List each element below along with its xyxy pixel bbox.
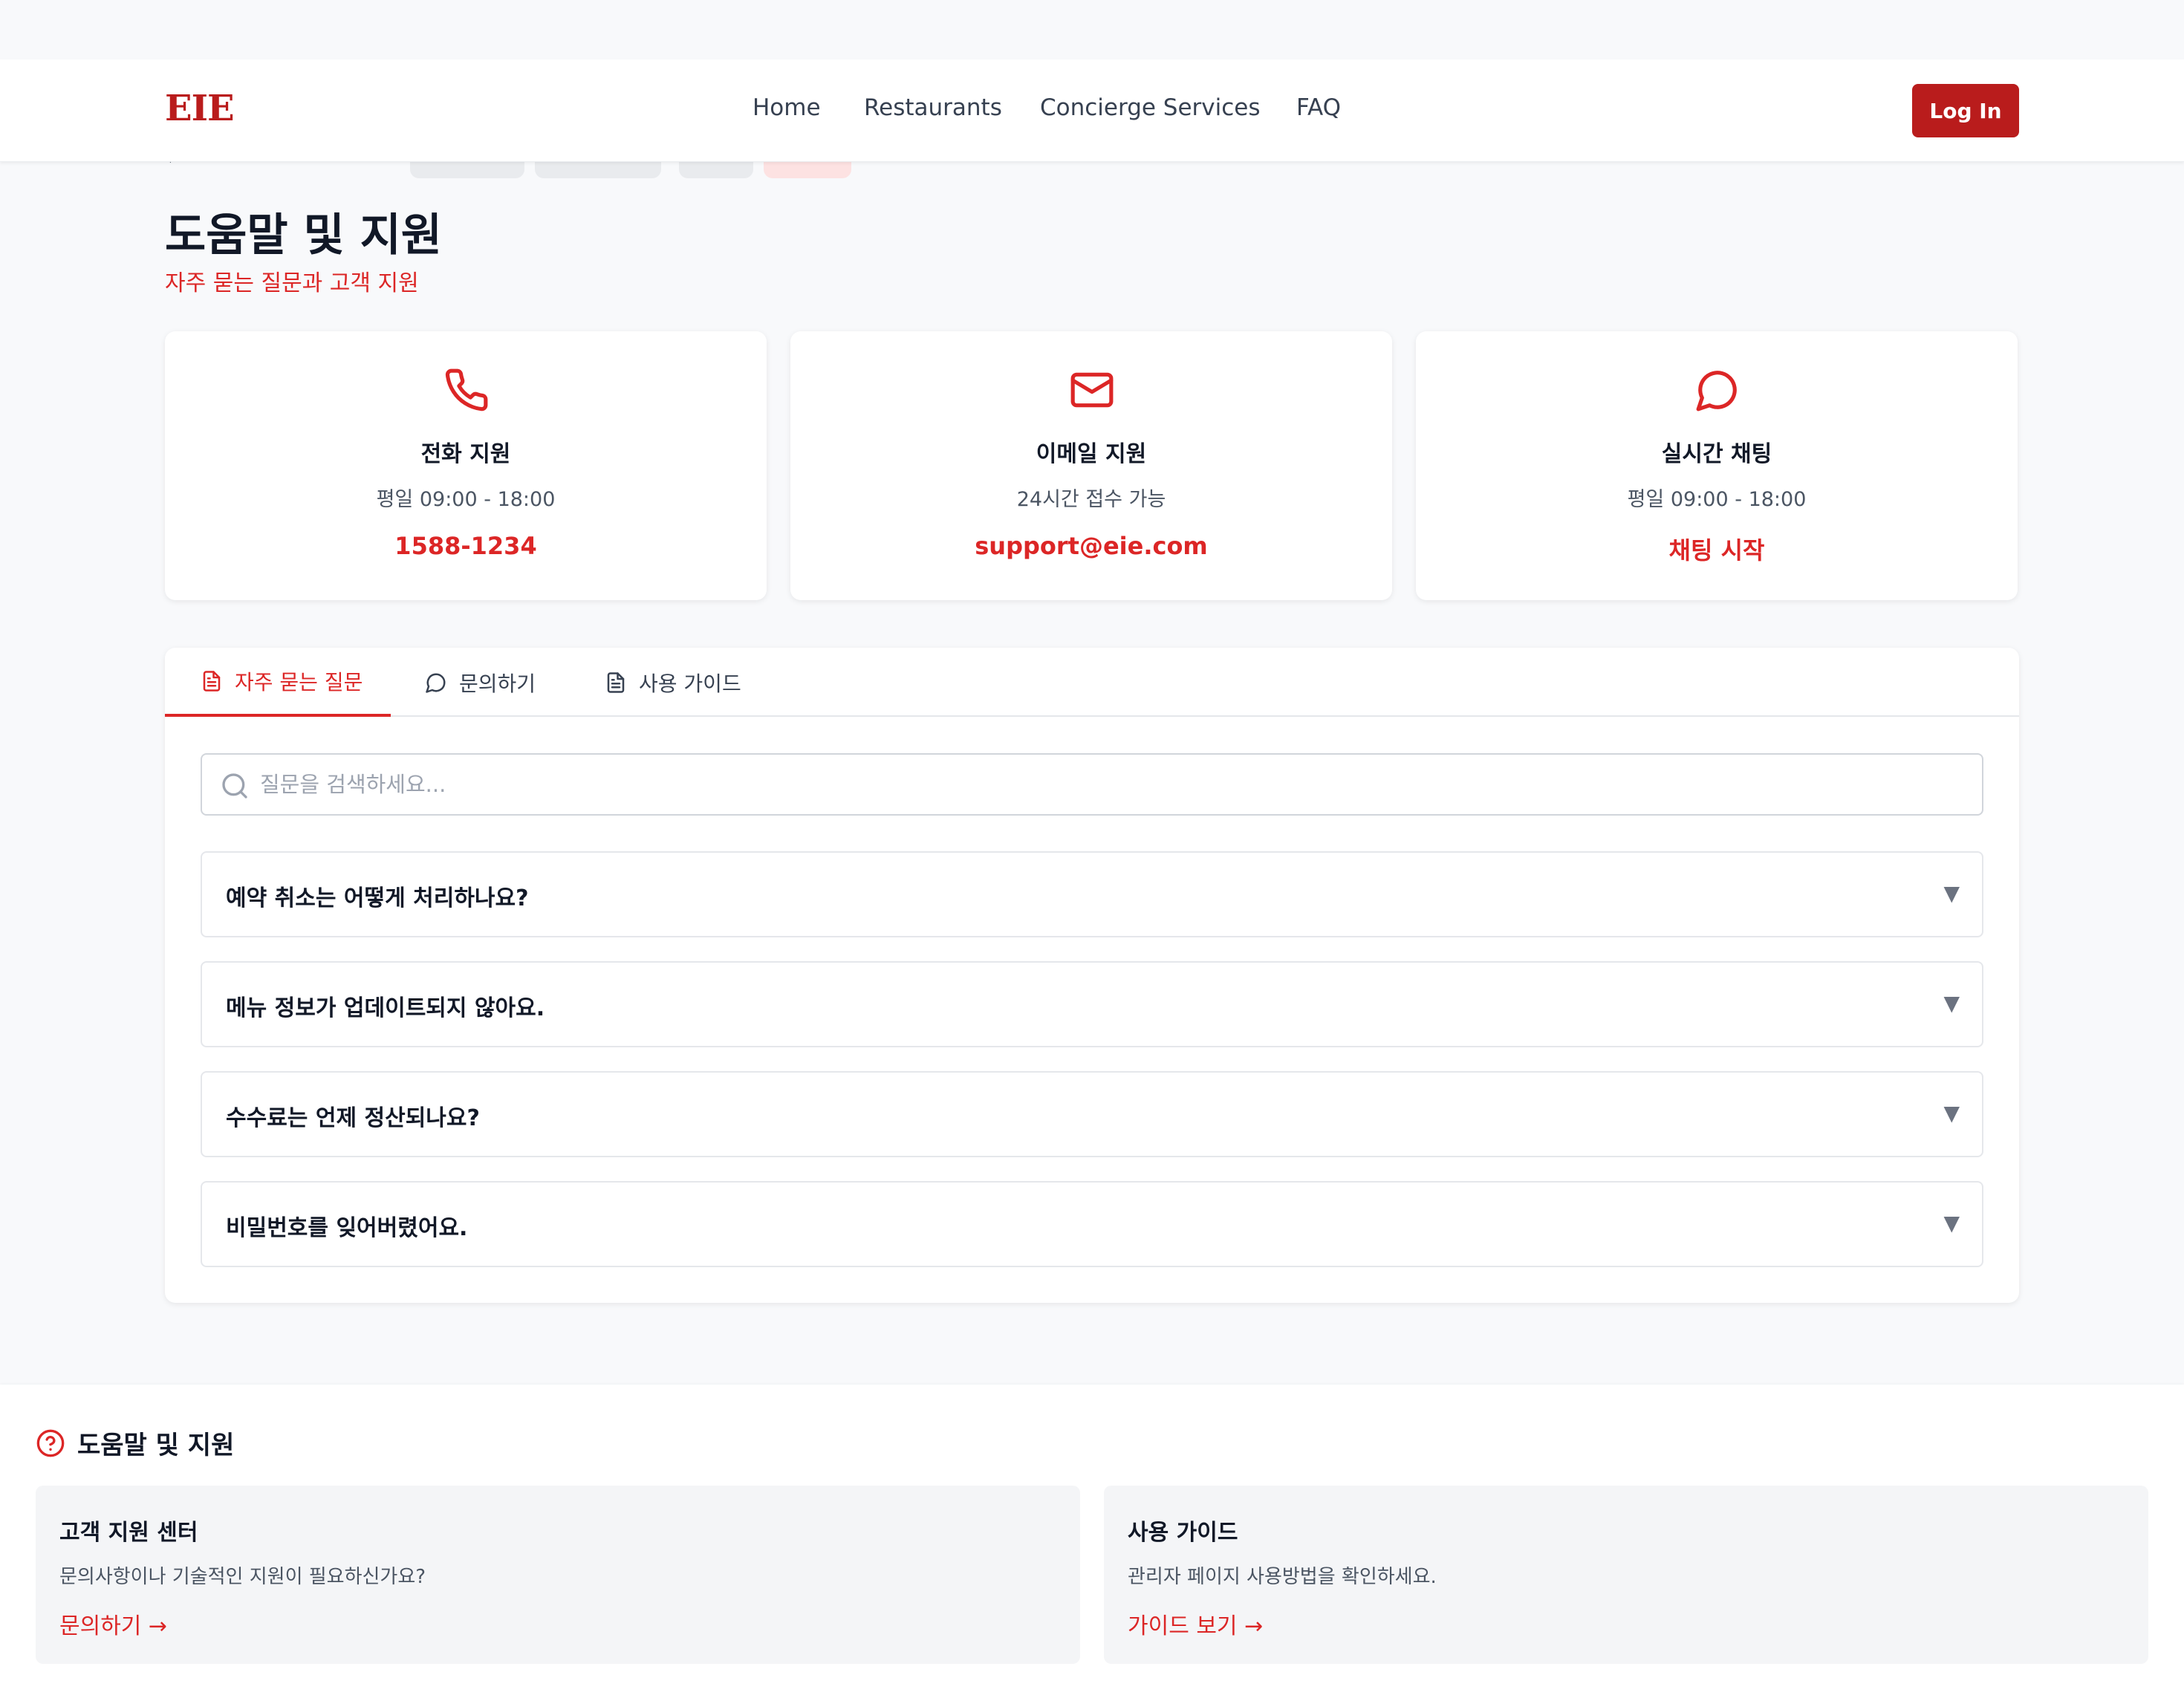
tab-label: 문의하기 bbox=[459, 671, 536, 696]
live-chat-card: 실시간 채팅 평일 09:00 - 18:00 채팅 시작 bbox=[1416, 331, 2018, 600]
tab-label: 사용 가이드 bbox=[639, 671, 741, 696]
help-card-title: 고객 지원 센터 bbox=[59, 1520, 198, 1546]
card-title: 실시간 채팅 bbox=[1661, 441, 1772, 467]
login-button[interactable]: Log In bbox=[1912, 84, 2019, 137]
tab-inquiry[interactable]: 문의하기 bbox=[425, 648, 536, 717]
nav-restaurants[interactable]: Restaurants bbox=[864, 94, 1002, 121]
page-subtitle: 자주 묻는 질문과 고객 지원 bbox=[165, 270, 419, 296]
faq-panel: 자주 묻는 질문 문의하기 사용 가이드 예약 취소는 어떻게 처리하나요? ▼… bbox=[165, 648, 2019, 1303]
help-section-header: 도움말 및 지원 bbox=[36, 1425, 234, 1461]
chevron-down-icon[interactable]: ▼ bbox=[1943, 991, 1960, 1015]
search-icon bbox=[222, 773, 247, 799]
faq-item[interactable]: 예약 취소는 어떻게 처리하나요? ▼ bbox=[201, 851, 1983, 937]
nav-faq[interactable]: FAQ bbox=[1296, 94, 1341, 121]
email-support-card: 이메일 지원 24시간 접수 가능 support@eie.com bbox=[790, 331, 1392, 600]
chat-icon bbox=[426, 673, 446, 693]
phone-support-card: 전화 지원 평일 09:00 - 18:00 1588-1234 bbox=[165, 331, 767, 600]
customer-support-card: 고객 지원 센터 문의사항이나 기술적인 지원이 필요하신가요? 문의하기 → bbox=[36, 1486, 1080, 1664]
tab-user-guide[interactable]: 사용 가이드 bbox=[605, 648, 741, 717]
document-icon bbox=[607, 671, 625, 693]
chat-icon bbox=[1696, 371, 1737, 412]
search-input[interactable] bbox=[260, 755, 1969, 814]
mail-icon bbox=[1070, 372, 1114, 408]
card-hours: 평일 09:00 - 18:00 bbox=[376, 488, 556, 511]
tab-faq[interactable]: 자주 묻는 질문 bbox=[165, 648, 391, 717]
faq-question: 메뉴 정보가 업데이트되지 않아요. bbox=[226, 995, 545, 1021]
email-link[interactable]: support@eie.com bbox=[790, 532, 1392, 560]
card-title: 전화 지원 bbox=[420, 441, 511, 467]
help-circle-icon bbox=[36, 1429, 65, 1457]
help-card-description: 문의사항이나 기술적인 지원이 필요하신가요? bbox=[59, 1566, 426, 1588]
nav-home[interactable]: Home bbox=[753, 94, 821, 121]
faq-question: 예약 취소는 어떻게 처리하나요? bbox=[226, 885, 529, 911]
tab-bar: 자주 묻는 질문 문의하기 사용 가이드 bbox=[165, 648, 2019, 717]
faq-item[interactable]: 비밀번호를 잊어버렸어요. ▼ bbox=[201, 1181, 1983, 1267]
inquiry-link[interactable]: 문의하기 → bbox=[59, 1607, 167, 1640]
chevron-down-icon[interactable]: ▼ bbox=[1943, 881, 1960, 905]
card-hours: 24시간 접수 가능 bbox=[1016, 488, 1166, 511]
faq-item[interactable]: 수수료는 언제 정산되나요? ▼ bbox=[201, 1071, 1983, 1157]
card-title: 이메일 지원 bbox=[1036, 441, 1147, 467]
faq-question: 비밀번호를 잊어버렸어요. bbox=[226, 1215, 468, 1241]
chevron-down-icon[interactable]: ▼ bbox=[1943, 1211, 1960, 1235]
faq-item[interactable]: 메뉴 정보가 업데이트되지 않아요. ▼ bbox=[201, 961, 1983, 1047]
document-icon bbox=[203, 670, 221, 692]
phone-number-link[interactable]: 1588-1234 bbox=[165, 532, 767, 560]
nav-concierge-services[interactable]: Concierge Services bbox=[1040, 94, 1261, 121]
help-section-title: 도움말 및 지원 bbox=[77, 1431, 235, 1460]
faq-question: 수수료는 언제 정산되나요? bbox=[226, 1105, 480, 1131]
user-guide-card: 사용 가이드 관리자 페이지 사용방법을 확인하세요. 가이드 보기 → bbox=[1104, 1486, 2148, 1664]
help-support-section: 도움말 및 지원 고객 지원 센터 문의사항이나 기술적인 지원이 필요하신가요… bbox=[0, 1385, 2184, 1701]
guide-link[interactable]: 가이드 보기 → bbox=[1128, 1607, 1263, 1640]
page-title: 도움말 및 지원 bbox=[165, 209, 442, 261]
phone-icon bbox=[445, 368, 488, 412]
start-chat-link[interactable]: 채팅 시작 bbox=[1416, 532, 2018, 566]
faq-search bbox=[201, 753, 1983, 816]
tab-label: 자주 묻는 질문 bbox=[235, 669, 363, 695]
logo[interactable]: EIE bbox=[165, 88, 235, 129]
chevron-down-icon[interactable]: ▼ bbox=[1943, 1101, 1960, 1125]
help-card-description: 관리자 페이지 사용방법을 확인하세요. bbox=[1128, 1566, 1437, 1588]
help-card-title: 사용 가이드 bbox=[1128, 1520, 1238, 1546]
top-navbar: EIE Home Restaurants Concierge Services … bbox=[0, 59, 2184, 162]
card-hours: 평일 09:00 - 18:00 bbox=[1627, 488, 1807, 511]
